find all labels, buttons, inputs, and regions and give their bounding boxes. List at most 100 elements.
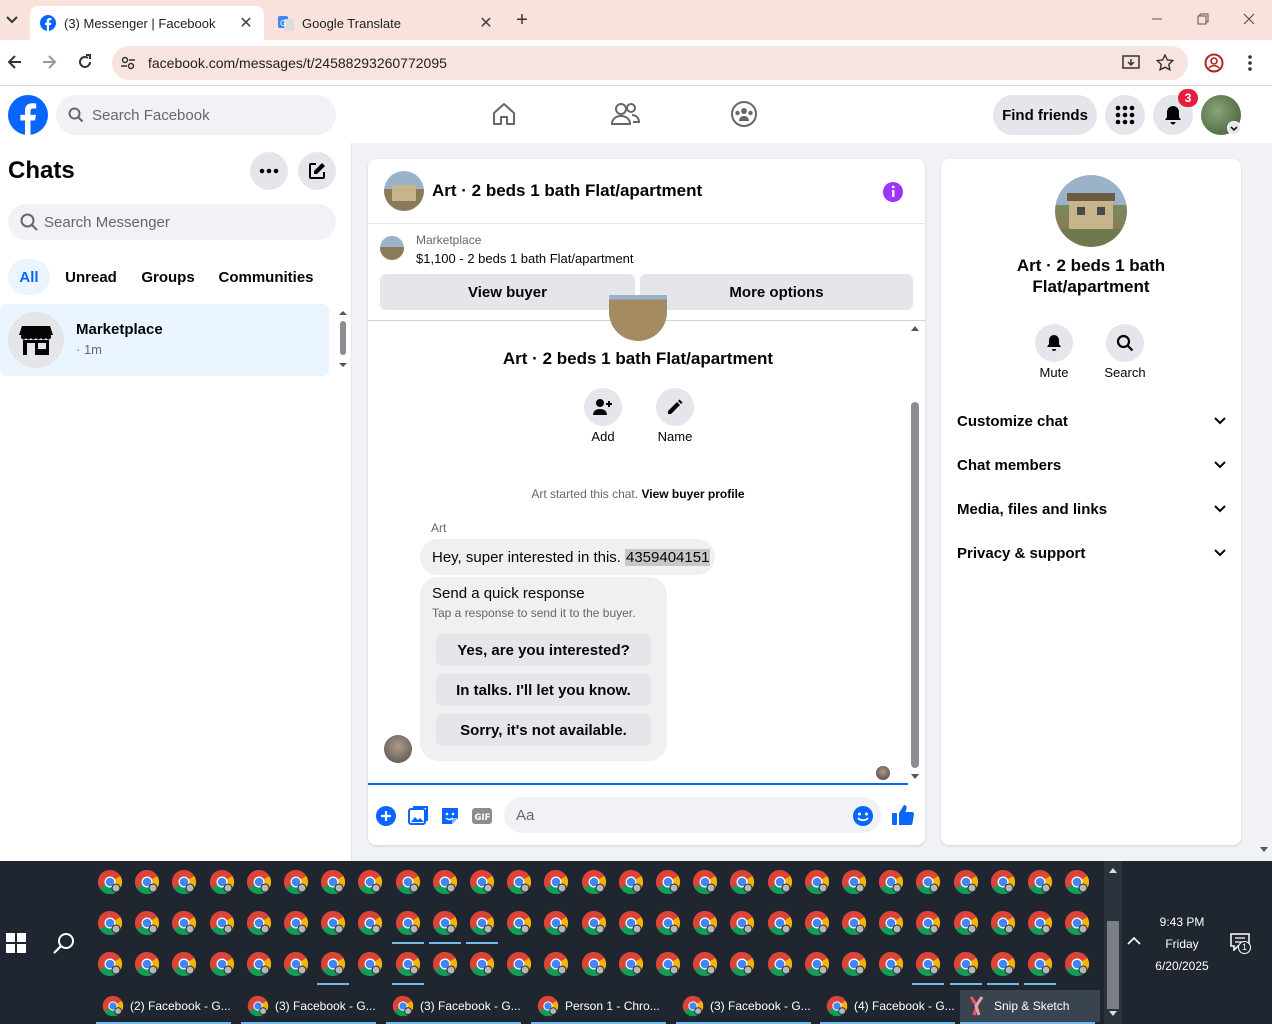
more-options-button[interactable]: More options: [640, 274, 913, 310]
taskbar-task-button[interactable]: (2) Facebook - G...: [96, 990, 236, 1024]
site-settings-icon[interactable]: [120, 55, 136, 71]
mute-button[interactable]: [1035, 324, 1073, 362]
conversation-title: Art · 2 beds 1 bath Flat/apartment: [432, 181, 703, 200]
nav-friends[interactable]: [610, 100, 640, 128]
bookmark-star-icon[interactable]: [1156, 54, 1174, 72]
browser-tab-bar: (3) Messenger | Facebook ✕ G Google Tran…: [0, 0, 1272, 40]
conversation-info-button[interactable]: [882, 181, 904, 203]
browser-menu-button[interactable]: [1240, 53, 1260, 73]
name-label: Name: [657, 429, 693, 444]
sender-avatar[interactable]: [384, 735, 412, 763]
quick-response-button[interactable]: In talks. I'll let you know.: [436, 674, 651, 706]
filter-communities[interactable]: Communities: [210, 259, 322, 295]
customize-chat-section[interactable]: Customize chat: [957, 409, 1227, 433]
close-tab-icon[interactable]: ✕: [478, 13, 494, 33]
menu-button[interactable]: [1105, 95, 1145, 135]
clock-time: 9:43 PM: [1159, 915, 1205, 929]
mute-label: Mute: [1039, 365, 1069, 380]
reload-button[interactable]: [76, 53, 94, 71]
compose-icon: [309, 163, 325, 179]
clock[interactable]: 9:43 PM Friday 6/20/2025: [1148, 911, 1216, 977]
messenger-search[interactable]: Search Messenger: [8, 204, 336, 240]
clock-date: 6/20/2025: [1155, 959, 1209, 973]
task-label: (3) Facebook - G...: [420, 999, 521, 1013]
taskbar-task-button[interactable]: (4) Facebook - G...: [820, 990, 960, 1024]
back-button[interactable]: [6, 53, 24, 71]
search-in-chat-button[interactable]: [1106, 324, 1144, 362]
add-member-button[interactable]: [584, 388, 622, 426]
chat-started-note: Art started this chat. View buyer profil…: [368, 487, 908, 501]
info-avatar[interactable]: [1055, 175, 1127, 247]
nav-groups[interactable]: [730, 100, 758, 128]
facebook-search[interactable]: Search Facebook: [56, 95, 336, 135]
section-label: Customize chat: [957, 412, 1068, 430]
action-center-button[interactable]: 1: [1230, 933, 1251, 954]
taskbar-task-button[interactable]: Person 1 - Chro...: [531, 990, 671, 1024]
minimize-button[interactable]: [1148, 10, 1166, 28]
edit-name-button[interactable]: [656, 388, 694, 426]
page-scrollbar[interactable]: [1258, 843, 1270, 859]
account-avatar[interactable]: [1201, 95, 1241, 135]
quick-response-button[interactable]: Sorry, it's not available.: [436, 714, 651, 746]
chevron-down-icon: [1214, 549, 1226, 557]
chrome-icon: [537, 995, 559, 1017]
gif-button[interactable]: GIF: [471, 805, 493, 827]
tab-google-translate[interactable]: G Google Translate ✕: [268, 6, 504, 40]
attach-photo-button[interactable]: [407, 805, 429, 827]
section-label: Media, files and links: [957, 500, 1108, 518]
tab-messenger[interactable]: (3) Messenger | Facebook ✕: [30, 6, 264, 40]
profile-photo[interactable]: [609, 295, 667, 341]
facebook-logo[interactable]: [8, 95, 48, 135]
photo-icon: [408, 806, 428, 825]
profile-name: Art · 2 beds 1 bath Flat/apartment: [502, 349, 774, 368]
new-message-button[interactable]: [298, 152, 336, 190]
reload-icon: [79, 54, 91, 68]
show-hidden-icons-button[interactable]: [1126, 935, 1142, 947]
message-phone[interactable]: 4359404151: [624, 548, 711, 566]
view-buyer-button[interactable]: View buyer: [380, 274, 635, 310]
read-receipt-avatar: [876, 766, 890, 780]
taskbar-scrollbar[interactable]: [1104, 861, 1122, 1024]
thumbs-up-icon: [892, 805, 915, 825]
nav-home[interactable]: [490, 100, 518, 128]
media-files-links-section[interactable]: Media, files and links: [957, 497, 1227, 521]
taskbar-task-button[interactable]: Snip & Sketch: [960, 990, 1100, 1024]
section-label: Chat members: [957, 456, 1062, 474]
close-tab-icon[interactable]: ✕: [238, 13, 254, 33]
chat-options-button[interactable]: [250, 152, 288, 190]
task-label: (2) Facebook - G...: [130, 999, 231, 1013]
conversation-avatar[interactable]: [384, 171, 424, 211]
profile-button[interactable]: [1204, 53, 1224, 73]
message-bubble[interactable]: Hey, super interested in this. 435940415…: [420, 539, 715, 575]
close-window-button[interactable]: [1240, 10, 1258, 28]
emoji-button[interactable]: [852, 805, 874, 827]
pencil-icon: [668, 399, 683, 414]
taskbar-task-button[interactable]: (3) Facebook - G...: [676, 990, 816, 1024]
new-tab-button[interactable]: +: [512, 8, 532, 32]
conversation-scrollbar[interactable]: [908, 322, 922, 784]
filter-all[interactable]: All: [8, 259, 50, 295]
chat-list-item[interactable]: Marketplace · 1m: [0, 304, 329, 376]
more-actions-button[interactable]: [375, 805, 397, 827]
privacy-support-section[interactable]: Privacy & support: [957, 541, 1227, 565]
like-button[interactable]: [891, 803, 915, 827]
view-buyer-profile-link[interactable]: View buyer profile: [641, 487, 744, 501]
filter-groups[interactable]: Groups: [134, 259, 202, 295]
restore-button[interactable]: [1194, 10, 1212, 28]
address-bar[interactable]: facebook.com/messages/t/2458829326077209…: [112, 46, 1188, 80]
url-text: facebook.com/messages/t/2458829326077209…: [148, 55, 447, 71]
sidebar-scrollbar[interactable]: [338, 307, 348, 371]
sticker-button[interactable]: [439, 805, 461, 827]
forward-button[interactable]: [40, 53, 58, 71]
taskbar-task-button[interactable]: (3) Facebook - G...: [241, 990, 381, 1024]
facebook-logo-icon: [8, 95, 48, 135]
chat-members-section[interactable]: Chat members: [957, 453, 1227, 477]
install-app-icon[interactable]: [1122, 55, 1140, 71]
filter-unread[interactable]: Unread: [56, 259, 126, 295]
taskbar-task-button[interactable]: (3) Facebook - G...: [386, 990, 526, 1024]
message-input[interactable]: Aa: [504, 797, 881, 833]
find-friends-button[interactable]: Find friends: [993, 95, 1097, 135]
listing-thumbnail[interactable]: [380, 236, 404, 260]
tab-search-dropdown[interactable]: [4, 10, 20, 30]
quick-response-button[interactable]: Yes, are you interested?: [436, 634, 651, 666]
